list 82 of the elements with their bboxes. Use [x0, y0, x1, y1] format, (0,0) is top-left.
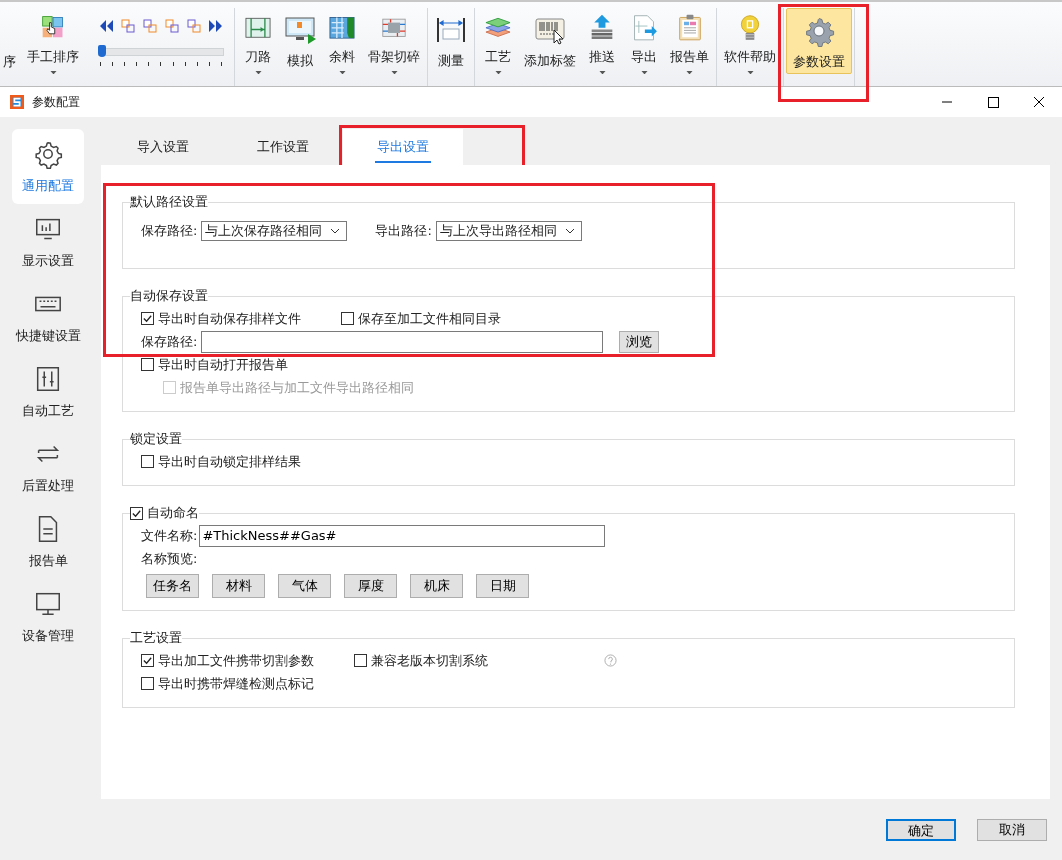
- sidebar-item[interactable]: 后置处理: [12, 429, 84, 504]
- ribbon-button[interactable]: 测量: [430, 8, 472, 74]
- caret-icon: [49, 70, 57, 74]
- checkbox[interactable]: [141, 455, 154, 468]
- ribbon-button[interactable]: 骨架切碎: [363, 8, 425, 74]
- field-label: 保存路径:: [141, 332, 198, 351]
- field-label: 文件名称:: [141, 526, 198, 545]
- checkbox[interactable]: [354, 654, 367, 667]
- checkbox[interactable]: [141, 312, 154, 325]
- field-label: 保存路径:: [141, 221, 198, 240]
- browse-button[interactable]: 浏览: [619, 330, 660, 353]
- ribbon-button[interactable]: 工艺: [477, 8, 519, 74]
- token-button[interactable]: 机床: [410, 574, 463, 598]
- chevron-down-icon: [330, 227, 341, 234]
- checkbox-label: 保存至加工文件相同目录: [358, 309, 501, 328]
- ribbon-button[interactable]: 报告单: [665, 8, 714, 74]
- ribbon-button[interactable]: 序: [2, 8, 22, 74]
- ribbon-button[interactable]: 软件帮助: [719, 8, 781, 74]
- checkbox-label: 导出时携带焊缝检测点标记: [158, 674, 314, 693]
- ribbon-button[interactable]: 添加标签: [519, 8, 581, 74]
- checkbox[interactable]: [141, 358, 154, 371]
- ribbon-button[interactable]: 导出: [623, 8, 665, 74]
- checkbox-label: 导出时自动保存排样文件: [158, 309, 301, 328]
- dropdown[interactable]: 与上次导出路径相同: [435, 220, 582, 241]
- section-title: 工艺设置: [130, 629, 182, 647]
- caret-icon: [640, 70, 648, 74]
- token-button[interactable]: 日期: [476, 574, 529, 598]
- token-button[interactable]: 材料: [212, 574, 265, 598]
- sidebar-item[interactable]: 显示设置: [12, 204, 84, 279]
- double-left-icon[interactable]: [98, 18, 114, 34]
- checkbox-label: 报告单导出路径与加工文件导出路径相同: [180, 378, 414, 397]
- gear-icon: [803, 15, 835, 47]
- ribbon-button[interactable]: 参数设置: [786, 8, 852, 74]
- checkbox-label: 兼容老版本切割系统: [371, 651, 488, 670]
- checkbox[interactable]: [130, 506, 143, 520]
- tab[interactable]: 工作设置: [223, 129, 343, 165]
- caret-icon: [254, 70, 262, 74]
- ribbon-button[interactable]: 余料: [321, 8, 363, 74]
- ribbon-button[interactable]: 刀路: [237, 8, 279, 74]
- checkbox[interactable]: [141, 654, 154, 667]
- checkbox-label: 导出时自动打开报告单: [158, 355, 288, 374]
- tab[interactable]: 导出设置: [343, 129, 463, 165]
- checkbox[interactable]: [341, 312, 354, 325]
- sidebar-item[interactable]: 报告单: [12, 504, 84, 579]
- grid-map-icon: [326, 14, 358, 42]
- field-label: 导出路径:: [375, 221, 432, 240]
- chevron-down-icon: [564, 227, 575, 234]
- token-button[interactable]: 厚度: [344, 574, 397, 598]
- token-button[interactable]: 气体: [278, 574, 331, 598]
- caret-icon: [390, 70, 398, 74]
- sidebar-item[interactable]: 快捷键设置: [12, 279, 84, 354]
- ok-button[interactable]: 确定: [886, 818, 956, 841]
- section-title: 自动保存设置: [130, 287, 208, 305]
- path-field[interactable]: [201, 330, 604, 353]
- monitor-icon: [284, 14, 316, 46]
- caret-icon: [598, 70, 606, 74]
- section-title: 锁定设置: [130, 430, 182, 448]
- tab[interactable]: 导入设置: [103, 129, 223, 165]
- caret-icon: [338, 70, 346, 74]
- sidebar-item[interactable]: 自动工艺: [12, 354, 84, 429]
- checkbox-label: 导出时自动锁定排样结果: [158, 452, 301, 471]
- section-title: 自动命名: [147, 504, 199, 522]
- double-right-icon[interactable]: [208, 18, 224, 34]
- caret-icon: [686, 70, 693, 74]
- checkbox[interactable]: [141, 677, 154, 690]
- caret-icon: [746, 70, 754, 74]
- ribbon-button[interactable]: 模拟: [279, 8, 321, 74]
- cancel-button[interactable]: 取消: [977, 818, 1047, 841]
- window-title: 参数配置: [32, 93, 80, 111]
- caret-icon: [494, 70, 502, 74]
- dropdown[interactable]: 与上次保存路径相同: [201, 220, 348, 241]
- slider[interactable]: [98, 48, 224, 56]
- sidebar-item[interactable]: 通用配置: [12, 129, 84, 204]
- app-logo-icon: [10, 95, 24, 109]
- checkbox-label: 导出加工文件携带切割参数: [158, 651, 314, 670]
- token-button[interactable]: 任务名: [146, 574, 199, 598]
- field-label: 名称预览:: [141, 549, 198, 568]
- file-name-field[interactable]: #ThickNess##Gas#: [199, 524, 606, 547]
- sidebar-item[interactable]: 设备管理: [12, 579, 84, 654]
- section-title: 默认路径设置: [130, 193, 208, 211]
- ribbon-button[interactable]: 推送: [581, 8, 623, 74]
- ribbon-button[interactable]: 手工排序: [22, 8, 84, 74]
